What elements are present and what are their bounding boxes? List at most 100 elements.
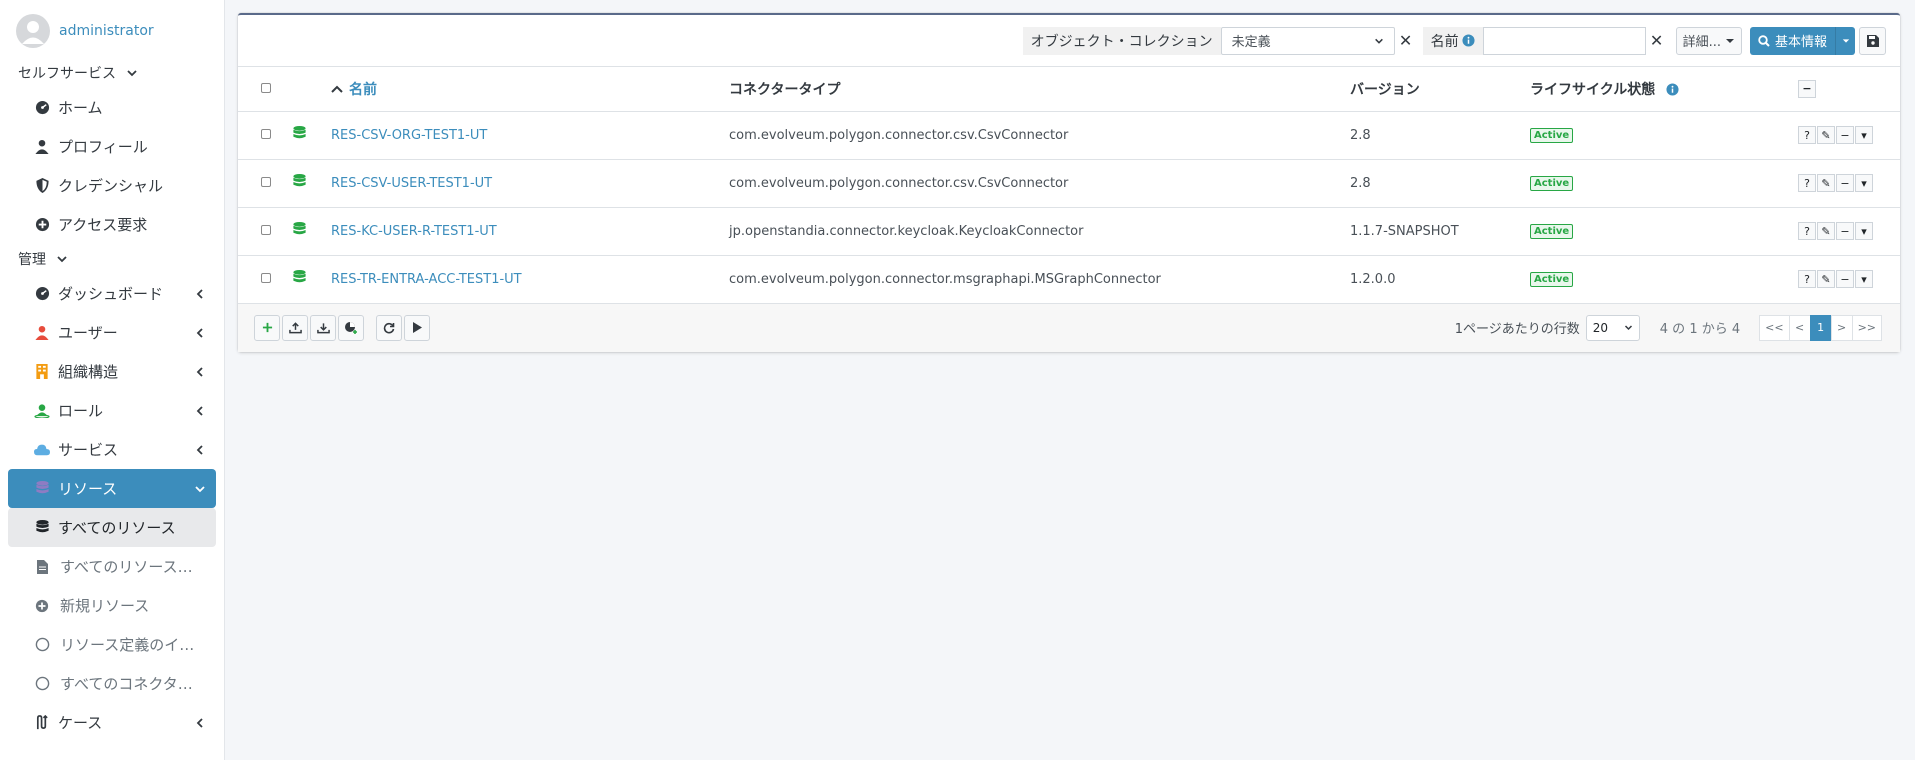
- last-page-button[interactable]: >>: [1851, 314, 1882, 341]
- rows-per-page-select[interactable]: 20: [1585, 314, 1640, 341]
- collection-select[interactable]: 未定義: [1220, 26, 1395, 55]
- table-row[interactable]: RES-TR-ENTRA-ACC-TEST1-UT com.evolveum.p…: [238, 255, 1900, 304]
- more-dropdown[interactable]: ▾: [1855, 126, 1873, 144]
- search-mode-dropdown[interactable]: [1835, 26, 1855, 55]
- chevron-left-icon: [196, 717, 203, 728]
- chevron-down-icon: [195, 485, 205, 492]
- row-checkbox[interactable]: [260, 224, 271, 235]
- select-all-checkbox[interactable]: [260, 82, 271, 93]
- sort-ascending-icon: [331, 85, 343, 93]
- database-icon: [34, 520, 50, 536]
- database-icon: [293, 173, 306, 186]
- role-icon: [34, 403, 50, 419]
- chevron-left-icon: [196, 288, 203, 299]
- more-dropdown[interactable]: ▾: [1855, 174, 1873, 192]
- advanced-search-button[interactable]: 詳細...: [1675, 26, 1742, 55]
- basic-search-button[interactable]: 基本情報: [1749, 26, 1855, 55]
- next-page-button[interactable]: >: [1830, 314, 1853, 341]
- play-icon: [413, 322, 422, 333]
- database-icon: [293, 221, 306, 234]
- table-row[interactable]: RES-CSV-USER-TEST1-UT com.evolveum.polyg…: [238, 159, 1900, 208]
- edit-icon[interactable]: ✎: [1817, 270, 1835, 288]
- chevron-down-icon: [1374, 38, 1383, 44]
- nav-all-connectors[interactable]: すべてのコネクター...: [8, 664, 216, 703]
- help-button[interactable]: ?: [1798, 270, 1816, 288]
- chevron-down-icon: [1624, 325, 1632, 331]
- nav-roles[interactable]: ロール: [8, 391, 216, 430]
- user-name[interactable]: administrator: [59, 23, 154, 39]
- nav-org[interactable]: 組織構造: [8, 352, 216, 391]
- nav-credentials[interactable]: クレデンシャル: [8, 166, 216, 205]
- dashboard-icon: [34, 100, 50, 116]
- name-label: 名前: [1422, 26, 1483, 55]
- user-panel[interactable]: administrator: [0, 0, 224, 58]
- refresh-button[interactable]: [376, 314, 402, 341]
- name-search-input[interactable]: [1482, 26, 1646, 55]
- help-button[interactable]: ?: [1798, 126, 1816, 144]
- add-button[interactable]: [254, 314, 280, 341]
- nav-new-resource[interactable]: 新規リソース: [8, 586, 216, 625]
- dashboard-icon: [34, 286, 50, 302]
- column-version-header: バージョン: [1350, 67, 1530, 112]
- play-button[interactable]: [404, 314, 430, 341]
- more-dropdown[interactable]: ▾: [1855, 270, 1873, 288]
- clear-name-icon[interactable]: ✕: [1646, 31, 1668, 50]
- nav-services[interactable]: サービス: [8, 430, 216, 469]
- nav-profile[interactable]: プロフィール: [8, 127, 216, 166]
- nav-dashboard[interactable]: ダッシュボード: [8, 274, 216, 313]
- nav-all-resource-objects[interactable]: すべてのリソース・...: [8, 547, 216, 586]
- upload-icon: [288, 321, 302, 333]
- help-button[interactable]: ?: [1798, 222, 1816, 240]
- nav-resource-definition-import[interactable]: リソース定義のイン...: [8, 625, 216, 664]
- export-button[interactable]: [310, 314, 336, 341]
- more-dropdown[interactable]: ▾: [1855, 222, 1873, 240]
- nav-users[interactable]: ユーザー: [8, 313, 216, 352]
- row-checkbox[interactable]: [260, 176, 271, 187]
- first-page-button[interactable]: <<: [1759, 314, 1790, 341]
- nav-all-resources[interactable]: すべてのリソース: [8, 508, 216, 547]
- nav-cases[interactable]: ケース: [8, 703, 216, 742]
- resource-name-link[interactable]: RES-KC-USER-R-TEST1-UT: [331, 207, 729, 256]
- admin-header[interactable]: 管理: [0, 244, 224, 274]
- remove-button[interactable]: −: [1836, 222, 1854, 240]
- plus-circle-icon: [34, 598, 50, 614]
- shield-icon: [34, 178, 50, 194]
- version: 2.8: [1350, 111, 1530, 160]
- self-service-header[interactable]: セルフサービス: [0, 58, 224, 88]
- database-icon: [293, 125, 306, 138]
- row-checkbox[interactable]: [260, 272, 271, 283]
- resource-name-link[interactable]: RES-CSV-ORG-TEST1-UT: [331, 111, 729, 160]
- remove-button[interactable]: −: [1836, 270, 1854, 288]
- remove-button[interactable]: −: [1836, 126, 1854, 144]
- status-badge: Active: [1530, 128, 1574, 143]
- collapse-all-button[interactable]: −: [1798, 79, 1817, 98]
- edit-icon[interactable]: ✎: [1817, 222, 1835, 240]
- resource-name-link[interactable]: RES-CSV-USER-TEST1-UT: [331, 159, 729, 208]
- edit-icon[interactable]: ✎: [1817, 126, 1835, 144]
- save-search-button[interactable]: [1859, 26, 1886, 55]
- resource-name-link[interactable]: RES-TR-ENTRA-ACC-TEST1-UT: [331, 255, 729, 304]
- circle-icon: [34, 637, 50, 653]
- version: 2.8: [1350, 159, 1530, 208]
- version: 1.1.7-SNAPSHOT: [1350, 207, 1530, 256]
- save-icon: [1866, 34, 1879, 47]
- cloud-icon: [34, 442, 50, 458]
- sidebar: administrator セルフサービス ホーム プロフィール クレデンシャル…: [0, 0, 225, 760]
- clear-collection-icon[interactable]: ✕: [1395, 31, 1417, 50]
- table-row[interactable]: RES-CSV-ORG-TEST1-UT com.evolveum.polygo…: [238, 111, 1900, 160]
- prev-page-button[interactable]: <: [1788, 314, 1811, 341]
- import-button[interactable]: [282, 314, 308, 341]
- connector-type: com.evolveum.polygon.connector.csv.CsvCo…: [729, 159, 1350, 208]
- nav-home[interactable]: ホーム: [8, 88, 216, 127]
- new-report-button[interactable]: [338, 314, 364, 341]
- page-1-button[interactable]: 1: [1809, 314, 1832, 341]
- nav-resources[interactable]: リソース: [8, 469, 216, 508]
- download-icon: [316, 322, 330, 333]
- table-row[interactable]: RES-KC-USER-R-TEST1-UT jp.openstandia.co…: [238, 207, 1900, 256]
- remove-button[interactable]: −: [1836, 174, 1854, 192]
- column-name-header[interactable]: 名前: [331, 67, 729, 112]
- row-checkbox[interactable]: [260, 128, 271, 139]
- nav-access-request[interactable]: アクセス要求: [8, 205, 216, 244]
- edit-icon[interactable]: ✎: [1817, 174, 1835, 192]
- help-button[interactable]: ?: [1798, 174, 1816, 192]
